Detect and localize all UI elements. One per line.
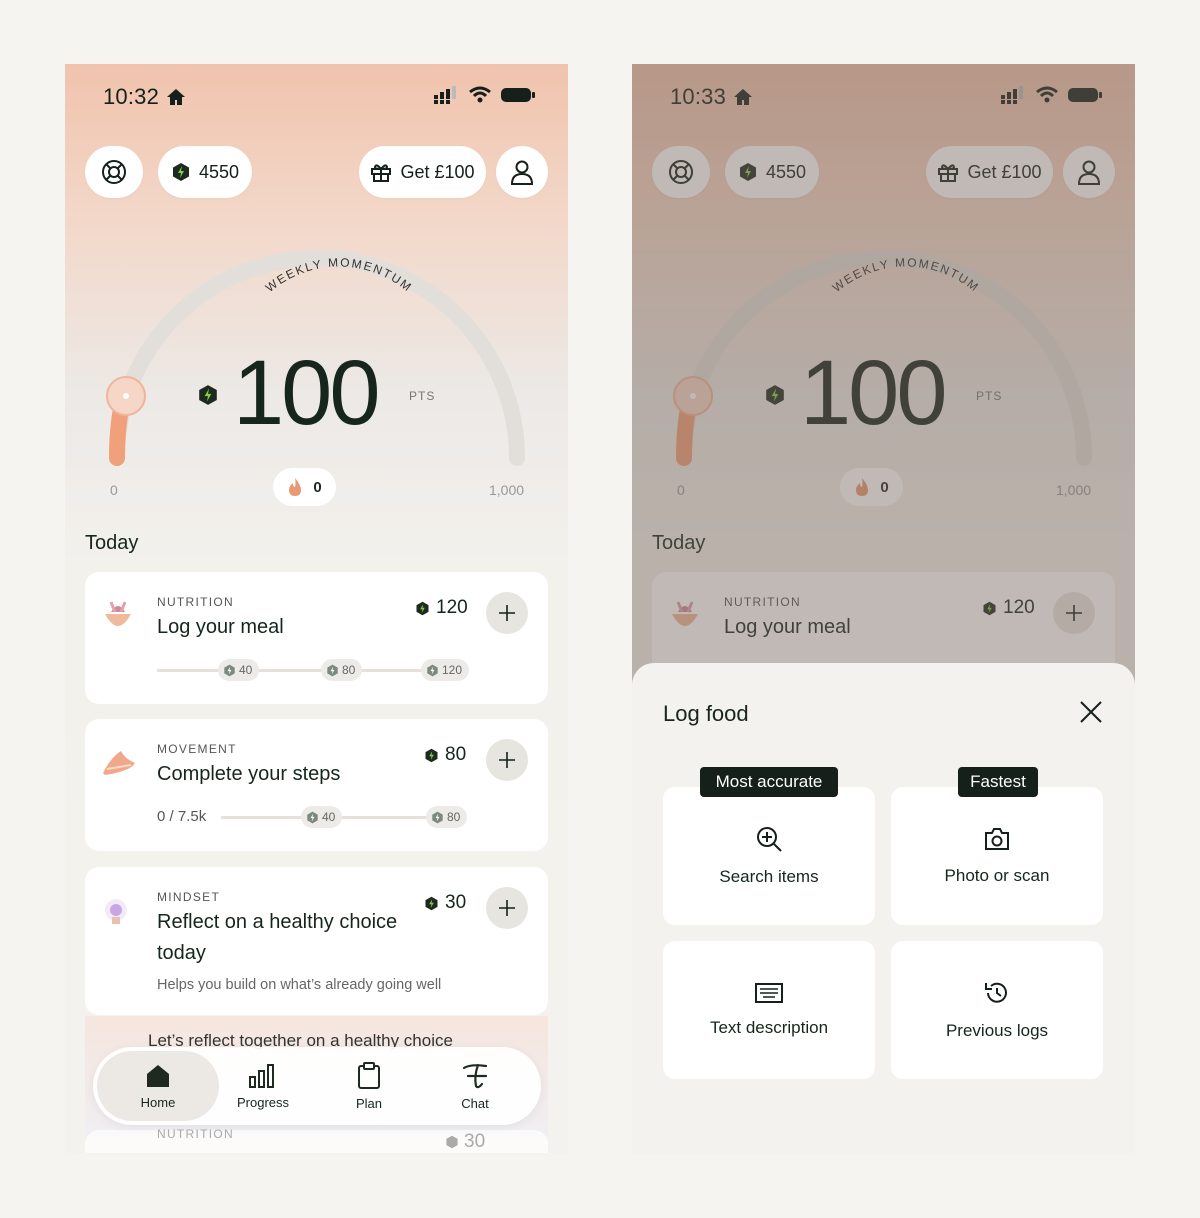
points-balance: 4550 — [198, 161, 240, 182]
task-category: NUTRITION — [157, 1127, 235, 1141]
home-icon — [147, 1064, 169, 1087]
log-food-screen: 10:33 4550 Get £100 WEEKLY MOMENTUM 100 … — [632, 64, 1135, 1153]
option-search-items[interactable]: Search items — [663, 787, 875, 925]
points-balance-button[interactable]: 4550 — [158, 146, 252, 198]
home-screen: 10:32 4550 Get £100 WEEKLY MOMENTUM 100 … — [65, 64, 568, 1153]
option-text-description[interactable]: Text description — [663, 941, 875, 1079]
history-icon — [985, 982, 1007, 1003]
tag-most-accurate: Most accurate — [700, 767, 838, 797]
nav-plan[interactable]: Plan — [317, 1047, 421, 1125]
task-points: 80 — [424, 744, 466, 766]
task-card-nutrition[interactable]: NUTRITION Log your meal 120 40 80 120 — [85, 572, 548, 704]
help-button[interactable] — [85, 146, 143, 198]
streak-count: 0 — [313, 478, 322, 496]
log-food-sheet: Log food Search items Photo or scan Most… — [632, 663, 1135, 1153]
home-status-icon — [167, 89, 186, 105]
plus-icon — [499, 605, 515, 621]
profile-button[interactable] — [496, 146, 548, 198]
points-hex-icon — [416, 601, 429, 615]
points-hex-icon — [446, 1135, 458, 1149]
flame-icon — [289, 478, 302, 496]
lightbulb-icon — [105, 899, 127, 924]
option-label: Search items — [719, 867, 819, 886]
points-hex-icon — [172, 163, 189, 181]
points-hex-icon — [199, 385, 217, 405]
nav-home[interactable]: Home — [97, 1047, 219, 1125]
milestone-chip: 80 — [321, 659, 363, 681]
task-title: Complete your steps — [157, 763, 341, 785]
option-photo-scan[interactable]: Photo or scan — [891, 787, 1103, 925]
signal-icon — [434, 86, 456, 104]
gift-icon — [371, 164, 392, 182]
user-icon — [510, 160, 534, 185]
chat-icon — [462, 1063, 488, 1088]
task-points: 30 — [445, 1131, 485, 1153]
points-hex-icon — [425, 748, 438, 762]
milestone-chip: 80 — [426, 806, 468, 828]
task-points: 30 — [424, 892, 466, 914]
option-label: Text description — [709, 1018, 829, 1037]
bowl-icon — [105, 601, 131, 626]
referral-button[interactable]: Get £100 — [359, 146, 486, 198]
task-category: MOVEMENT — [157, 742, 237, 756]
plus-icon — [499, 752, 515, 768]
sheet-title: Log food — [663, 701, 749, 726]
lifebuoy-icon — [102, 160, 126, 184]
shoe-icon — [103, 751, 135, 775]
close-icon — [1080, 701, 1102, 723]
bar-chart-icon — [249, 1063, 274, 1088]
clipboard-icon — [358, 1061, 380, 1089]
section-title-today: Today — [85, 532, 139, 554]
nav-progress[interactable]: Progress — [211, 1047, 315, 1125]
gauge-min: 0 — [110, 482, 118, 498]
task-title: Log your meal — [157, 616, 284, 638]
add-meal-button[interactable] — [486, 592, 528, 634]
option-label: Previous logs — [945, 1021, 1049, 1040]
task-subtitle: Helps you build on what’s already going … — [157, 977, 442, 993]
task-title-cont: today — [157, 942, 206, 964]
status-time: 10:32 — [103, 84, 160, 109]
task-card-mindset[interactable]: MINDSET Reflect on a healthy choice toda… — [85, 867, 548, 1015]
battery-icon — [501, 88, 535, 102]
milestone-track — [157, 669, 465, 672]
milestone-chip: 40 — [218, 659, 260, 681]
plus-icon — [499, 900, 515, 916]
task-category: NUTRITION — [157, 595, 235, 609]
search-plus-icon — [757, 827, 782, 852]
task-points: 120 — [415, 597, 468, 619]
gauge-max: 1,000 — [489, 482, 525, 498]
momentum-value: 100 — [233, 342, 380, 444]
referral-label: Get £100 — [400, 161, 475, 182]
momentum-unit: PTS — [409, 389, 436, 403]
keyboard-icon — [755, 983, 783, 1003]
add-reflection-button[interactable] — [486, 887, 528, 929]
option-previous-logs[interactable]: Previous logs — [891, 941, 1103, 1079]
points-hex-icon — [425, 896, 438, 910]
steps-progress: 0 / 7.5k — [157, 808, 207, 825]
nav-chat[interactable]: Chat — [423, 1047, 527, 1125]
bottom-nav: Home Progress Plan Chat — [93, 1047, 541, 1125]
streak-pill[interactable]: 0 — [273, 468, 336, 506]
add-steps-button[interactable] — [486, 739, 528, 781]
status-icons — [434, 86, 536, 104]
status-bar-time: 10:32 — [103, 84, 187, 110]
task-category: MINDSET — [157, 890, 221, 904]
milestone-chip: 40 — [301, 806, 343, 828]
milestone-chip: 120 — [421, 659, 470, 681]
task-title: Reflect on a healthy choice — [157, 911, 398, 933]
wifi-icon — [469, 86, 491, 103]
option-label: Photo or scan — [944, 866, 1050, 885]
tag-fastest: Fastest — [958, 767, 1038, 797]
close-button[interactable] — [1076, 697, 1106, 727]
camera-icon — [985, 828, 1009, 850]
task-card-movement[interactable]: MOVEMENT Complete your steps 80 0 / 7.5k… — [85, 719, 548, 851]
